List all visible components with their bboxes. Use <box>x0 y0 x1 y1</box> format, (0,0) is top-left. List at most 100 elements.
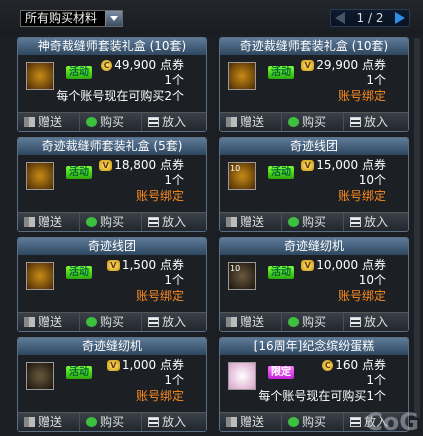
buy-button[interactable]: 购买 <box>282 313 344 331</box>
price-value: 15,000 点券 <box>316 158 386 172</box>
action-bar: 赠送 购买 放入 <box>18 312 206 331</box>
gift-button[interactable]: 赠送 <box>18 213 80 231</box>
item-quantity: 1个 <box>366 73 386 87</box>
item-price: V 15,000 点券 <box>301 158 386 172</box>
cart-icon <box>350 217 361 227</box>
gift-button-label: 赠送 <box>240 215 265 229</box>
gift-button-label: 赠送 <box>38 115 63 129</box>
item-card[interactable]: 奇迹缝纫机 活动 V 1,000 点券 1个 账号绑定 赠送 购买 放入 <box>17 337 207 432</box>
buy-icon <box>86 417 97 427</box>
item-note: 账号绑定 <box>135 189 184 203</box>
item-card[interactable]: 神奇裁缝师套装礼盒 (10套) 活动 C 49,900 点券 1个 每个账号现在可… <box>17 37 207 132</box>
add-to-cart-button[interactable]: 放入 <box>344 313 408 331</box>
prev-page-icon[interactable] <box>335 12 345 24</box>
filter-dropdown[interactable]: 所有购买材料 <box>20 10 123 27</box>
cart-icon <box>350 417 361 427</box>
cart-icon <box>148 217 159 227</box>
item-card[interactable]: 奇迹线团 10 活动 V 15,000 点券 10个 账号绑定 赠送 购买 放入 <box>219 137 409 232</box>
item-note: 账号绑定 <box>337 89 386 103</box>
buy-button-label: 购买 <box>100 215 125 229</box>
coin-icon: V <box>106 260 120 271</box>
gift-icon <box>24 417 35 427</box>
item-card[interactable]: 奇迹裁缝师套装礼盒 (5套) 活动 V 18,800 点券 1个 账号绑定 赠送 … <box>17 137 207 232</box>
buy-button[interactable]: 购买 <box>282 113 344 131</box>
action-bar: 赠送 购买 放入 <box>18 412 206 431</box>
add-to-cart-button[interactable]: 放入 <box>142 213 206 231</box>
gift-button[interactable]: 赠送 <box>18 113 80 131</box>
item-quantity: 1个 <box>164 73 184 87</box>
coin-icon: C <box>101 60 113 71</box>
buy-button-label: 购买 <box>100 415 125 429</box>
item-card[interactable]: 奇迹缝纫机 10 活动 V 10,000 点券 10个 账号绑定 赠送 购买 放入 <box>219 237 409 332</box>
item-thumbnail[interactable] <box>228 62 256 90</box>
item-quantity: 1个 <box>164 273 184 287</box>
gift-icon <box>24 217 35 227</box>
item-card[interactable]: 奇迹裁缝师套装礼盒 (10套) 活动 V 29,900 点券 1个 账号绑定 赠送… <box>219 37 409 132</box>
add-to-cart-button[interactable]: 放入 <box>344 113 408 131</box>
item-card[interactable]: 奇迹线团 活动 V 1,500 点券 1个 账号绑定 赠送 购买 放入 <box>17 237 207 332</box>
item-price: C 160 点券 <box>322 358 386 372</box>
gift-icon <box>226 317 237 327</box>
gift-button-label: 赠送 <box>240 315 265 329</box>
buy-icon <box>288 217 299 227</box>
item-price: V 10,000 点券 <box>301 258 386 272</box>
item-quantity: 10个 <box>358 173 386 187</box>
item-note: 账号绑定 <box>135 289 184 303</box>
add-to-cart-button[interactable]: 放入 <box>344 213 408 231</box>
event-tag: 限定 <box>268 366 294 379</box>
gift-button[interactable]: 赠送 <box>220 313 282 331</box>
buy-button[interactable]: 购买 <box>282 213 344 231</box>
item-thumbnail[interactable] <box>26 262 54 290</box>
add-to-cart-button[interactable]: 放入 <box>142 413 206 431</box>
add-to-cart-button[interactable]: 放入 <box>142 113 206 131</box>
item-thumbnail[interactable] <box>26 162 54 190</box>
buy-button[interactable]: 购买 <box>80 113 142 131</box>
buy-icon <box>288 417 299 427</box>
gift-button[interactable]: 赠送 <box>220 113 282 131</box>
buy-button-label: 购买 <box>302 115 327 129</box>
gift-button[interactable]: 赠送 <box>220 213 282 231</box>
item-title: 奇迹裁缝师套装礼盒 (10套) <box>220 38 408 55</box>
item-thumbnail[interactable] <box>26 62 54 90</box>
buy-button[interactable]: 购买 <box>80 313 142 331</box>
gift-icon <box>226 417 237 427</box>
item-title: 奇迹裁缝师套装礼盒 (5套) <box>18 138 206 155</box>
next-page-icon[interactable] <box>395 12 405 24</box>
item-thumbnail[interactable] <box>26 362 54 390</box>
price-value: 160 点券 <box>335 358 386 372</box>
price-value: 49,900 点券 <box>114 58 184 72</box>
action-bar: 赠送 购买 放入 <box>220 312 408 331</box>
top-bar: 所有购买材料 1 / 2 <box>0 0 423 34</box>
item-thumbnail[interactable] <box>228 362 256 390</box>
chevron-down-icon[interactable] <box>105 11 122 26</box>
filter-dropdown-value: 所有购买材料 <box>25 11 98 25</box>
coin-icon: V <box>301 260 315 271</box>
item-thumbnail[interactable]: 10 <box>228 162 256 190</box>
action-bar: 赠送 购买 放入 <box>220 212 408 231</box>
buy-button[interactable]: 购买 <box>80 413 142 431</box>
gift-icon <box>24 117 35 127</box>
gift-icon <box>226 117 237 127</box>
gift-icon <box>226 217 237 227</box>
price-value: 10,000 点券 <box>316 258 386 272</box>
scrollbar[interactable] <box>414 38 420 418</box>
gift-button-label: 赠送 <box>240 115 265 129</box>
event-tag: 活动 <box>66 66 92 79</box>
gift-button[interactable]: 赠送 <box>18 313 80 331</box>
buy-button[interactable]: 购买 <box>282 413 344 431</box>
buy-button[interactable]: 购买 <box>80 213 142 231</box>
event-tag: 活动 <box>268 66 294 79</box>
cart-icon <box>148 117 159 127</box>
coin-icon: V <box>301 160 315 171</box>
item-price: V 18,800 点券 <box>99 158 184 172</box>
item-thumbnail[interactable]: 10 <box>228 262 256 290</box>
buy-button-label: 购买 <box>302 215 327 229</box>
stack-count-badge: 10 <box>230 164 241 173</box>
gift-icon <box>24 317 35 327</box>
cart-icon <box>350 117 361 127</box>
gift-button[interactable]: 赠送 <box>220 413 282 431</box>
add-to-cart-button[interactable]: 放入 <box>142 313 206 331</box>
item-price: V 1,000 点券 <box>106 358 184 372</box>
gift-button[interactable]: 赠送 <box>18 413 80 431</box>
stack-count-badge: 10 <box>230 264 241 273</box>
